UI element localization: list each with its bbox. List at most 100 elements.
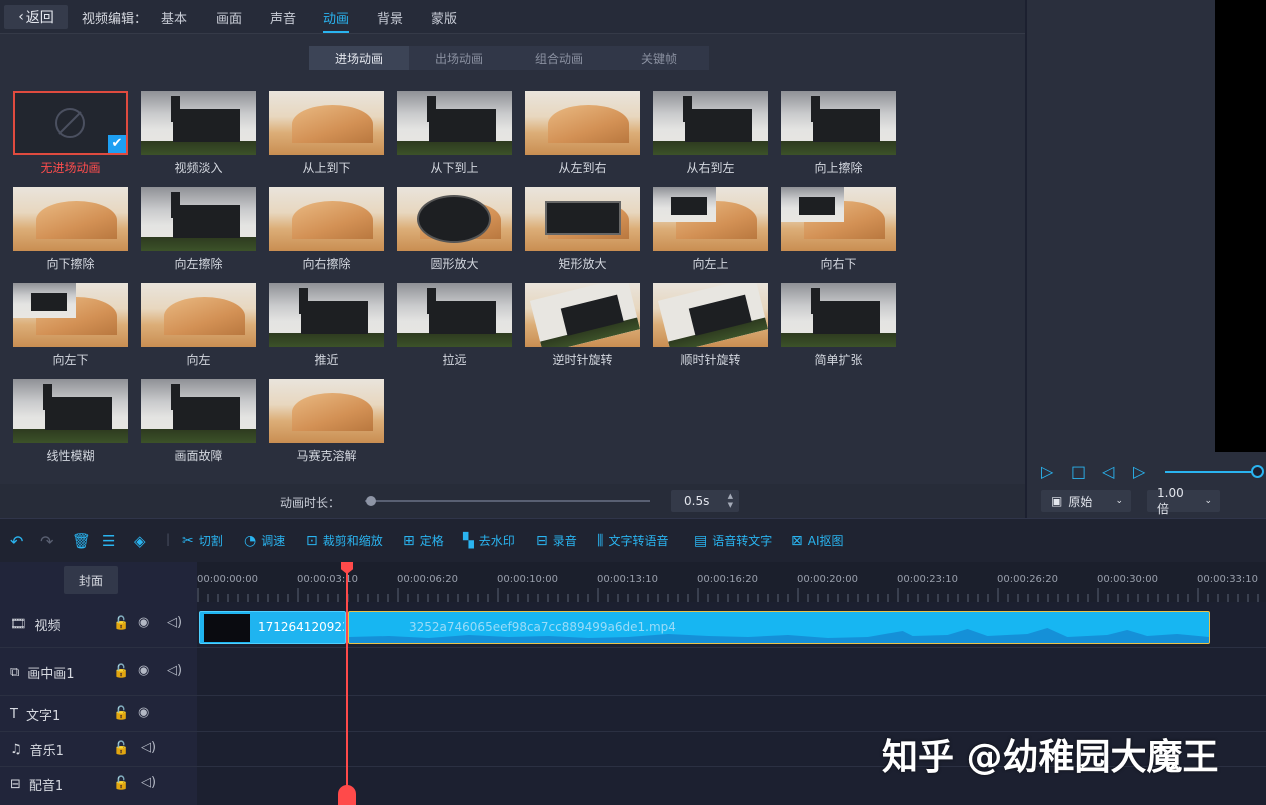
tab-picture[interactable]: 画面 <box>216 8 242 27</box>
track-video-label: 视频 <box>34 619 61 634</box>
animation-thumbnail: ✔ <box>13 91 128 155</box>
speaker-icon[interactable]: ◁) <box>141 775 156 790</box>
edit-toolbar: ↶ ↷ 🗑 ☰ ◈ | ✂ 切割 ◔ 调速 ⊡ 裁剪和缩放 ⊞ 定格 ▚ 去水印 ⊟ 录音 … <box>0 518 1266 562</box>
duration-slider-track[interactable] <box>365 500 650 502</box>
speaker-icon[interactable]: ◁) <box>141 740 156 755</box>
speech-to-text-button[interactable]: ▤ 语音转文字 <box>694 532 772 549</box>
music-icon: ♫ <box>10 742 22 757</box>
crop-zoom-button[interactable]: ⊡ 裁剪和缩放 <box>306 532 383 549</box>
animation-option[interactable]: 向左下 <box>13 283 128 367</box>
animation-option[interactable]: 视频淡入 <box>141 91 256 175</box>
animation-option[interactable]: 向下擦除 <box>13 187 128 271</box>
tab-mask[interactable]: 蒙版 <box>431 8 457 27</box>
stop-icon[interactable]: □ <box>1071 462 1086 481</box>
eye-icon[interactable]: ◉ <box>138 705 149 720</box>
record-button[interactable]: ⊟ 录音 <box>536 532 577 549</box>
volume-slider-track[interactable] <box>1165 471 1257 473</box>
speed-button[interactable]: ◔ 调速 <box>244 532 285 549</box>
animation-option[interactable]: ✔ 无进场动画 <box>13 91 128 175</box>
lock-icon[interactable]: 🔓 <box>113 741 129 756</box>
speaker-icon[interactable]: ◁) <box>167 663 182 678</box>
video-clip[interactable]: 3252a746065eef98ca7cc889499a6de1.mp4 <box>348 611 1210 644</box>
animation-option[interactable]: 向上擦除 <box>781 91 896 175</box>
ruler-time-label: 00:00:30:00 <box>1097 574 1159 585</box>
keyframe-icon[interactable]: ◈ <box>134 532 146 550</box>
tab-animation[interactable]: 动画 <box>323 8 349 27</box>
animation-option[interactable]: 从上到下 <box>269 91 384 175</box>
animation-option[interactable]: 从左到右 <box>525 91 640 175</box>
animation-option[interactable]: 向左 <box>141 283 256 367</box>
eye-icon[interactable]: ◉ <box>138 663 149 678</box>
animation-option[interactable]: 推近 <box>269 283 384 367</box>
lock-icon[interactable]: 🔓 <box>113 616 129 631</box>
animation-label: 画面故障 <box>174 449 223 463</box>
animation-option[interactable]: 向右擦除 <box>269 187 384 271</box>
subtab-combo[interactable]: 组合动画 <box>509 46 609 70</box>
freeze-frame-button[interactable]: ⊞ 定格 <box>403 532 444 549</box>
animation-label: 逆时针旋转 <box>552 353 613 367</box>
text-icon: T <box>10 707 18 722</box>
ruler-time-label: 00:00:10:00 <box>497 574 559 585</box>
ruler-time-label: 00:00:20:00 <box>797 574 859 585</box>
animation-option[interactable]: 画面故障 <box>141 379 256 463</box>
animation-option[interactable]: 简单扩张 <box>781 283 896 367</box>
video-editor: ‹ 返回 视频编辑： 基本 画面 声音 动画 背景 蒙版 进场动画 出场动画 组… <box>0 0 1266 805</box>
playhead[interactable] <box>346 566 348 805</box>
animation-type-tabs: 进场动画 出场动画 组合动画 关键帧 <box>309 46 709 70</box>
undo-icon[interactable]: ↶ <box>10 532 23 551</box>
subtab-exit[interactable]: 出场动画 <box>409 46 509 70</box>
animation-option[interactable]: 从下到上 <box>397 91 512 175</box>
playhead-handle[interactable] <box>338 785 356 805</box>
tab-basic[interactable]: 基本 <box>161 8 187 27</box>
animation-option[interactable]: 线性模糊 <box>13 379 128 463</box>
lock-icon[interactable]: 🔓 <box>113 664 129 679</box>
animation-option[interactable]: 向左擦除 <box>141 187 256 271</box>
spinner-icon[interactable]: ▲ ▼ <box>728 492 733 510</box>
freeze-frame-label: 定格 <box>419 534 444 548</box>
ruler-time-label: 00:00:16:20 <box>697 574 759 585</box>
cover-button[interactable]: 封面 <box>64 566 118 594</box>
animation-option[interactable]: 从右到左 <box>653 91 768 175</box>
animation-thumbnail <box>525 91 640 155</box>
duration-slider-handle[interactable] <box>366 496 376 506</box>
animation-option[interactable]: 矩形放大 <box>525 187 640 271</box>
animation-option[interactable]: 顺时针旋转 <box>653 283 768 367</box>
next-frame-icon[interactable]: ▷ <box>1133 462 1145 481</box>
speaker-icon[interactable]: ◁) <box>167 615 182 630</box>
aspect-ratio-select[interactable]: ▣ 原始 ⌄ <box>1041 490 1131 512</box>
animation-option[interactable]: 向左上 <box>653 187 768 271</box>
video-clip[interactable]: 1712641209233 <box>199 611 346 644</box>
subtab-keyframe[interactable]: 关键帧 <box>609 46 709 70</box>
animation-option[interactable]: 圆形放大 <box>397 187 512 271</box>
tab-background[interactable]: 背景 <box>377 8 403 27</box>
animation-option[interactable]: 向右下 <box>781 187 896 271</box>
subtitle-icon: ▤ <box>694 532 708 549</box>
ai-cutout-button[interactable]: ⊠ AI抠图 <box>791 532 843 549</box>
text-to-speech-button[interactable]: ⫼ 文字转语音 <box>597 532 668 549</box>
subtab-entrance[interactable]: 进场动画 <box>309 46 409 70</box>
animation-thumbnail <box>141 91 256 155</box>
playback-speed-select[interactable]: 1.00 倍 ⌄ <box>1147 486 1220 516</box>
animation-option[interactable]: 逆时针旋转 <box>525 283 640 367</box>
remove-watermark-button[interactable]: ▚ 去水印 <box>463 532 515 549</box>
timeline-ruler[interactable]: 00:00:00:00 00:00:03:10 00:00:06:20 00:00:1… <box>197 562 1266 602</box>
play-icon[interactable]: ▷ <box>1041 462 1053 481</box>
volume-slider-handle[interactable] <box>1251 465 1264 478</box>
tab-sound[interactable]: 声音 <box>270 8 296 27</box>
animation-option[interactable]: 马赛克溶解 <box>269 379 384 463</box>
animation-label: 向左上 <box>692 257 729 271</box>
animation-option[interactable]: 拉远 <box>397 283 512 367</box>
delete-icon[interactable]: 🗑 <box>72 532 91 550</box>
back-button[interactable]: ‹ 返回 <box>4 5 68 29</box>
duration-input[interactable]: 0.5s ▲ ▼ <box>671 490 739 512</box>
previous-frame-icon[interactable]: ◁ <box>1102 462 1114 481</box>
animation-label: 向左擦除 <box>174 257 223 271</box>
lock-icon[interactable]: 🔓 <box>113 706 129 721</box>
eye-icon[interactable]: ◉ <box>138 615 149 630</box>
lock-icon[interactable]: 🔓 <box>113 776 129 791</box>
duration-label: 动画时长： <box>280 496 341 510</box>
adjust-icon[interactable]: ☰ <box>102 532 115 550</box>
cut-button[interactable]: ✂ 切割 <box>182 532 223 549</box>
redo-icon[interactable]: ↷ <box>40 532 53 551</box>
scissors-icon: ✂ <box>182 532 194 549</box>
